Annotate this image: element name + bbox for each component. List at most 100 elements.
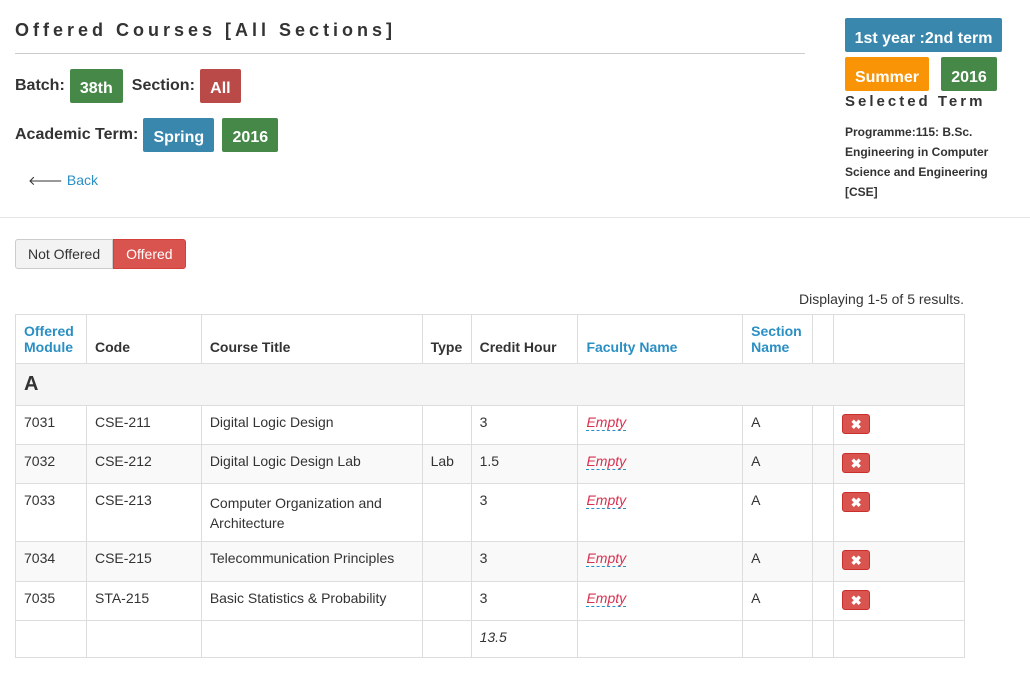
cell-module: 7034 (15, 541, 87, 582)
cell-faculty: Empty (577, 581, 744, 621)
header-section-name[interactable]: Section Name (742, 314, 814, 364)
cell-blank (812, 444, 835, 484)
cell-faculty: Empty (577, 541, 744, 582)
cell-faculty: Empty (577, 444, 744, 484)
programme-info: Programme:115: B.Sc. Engineering in Comp… (845, 125, 989, 199)
close-icon: ✖ (850, 417, 862, 432)
delete-button[interactable]: ✖ (842, 550, 871, 570)
cell-blank (812, 483, 835, 542)
cell-module: 7035 (15, 581, 87, 621)
cell-type (421, 483, 472, 542)
offered-button[interactable]: Offered (113, 239, 186, 269)
back-link[interactable]: 🡐 Back (28, 172, 98, 189)
cell-title: Telecommunication Principles (200, 541, 423, 582)
cell-module: 7033 (15, 483, 87, 542)
close-icon: ✖ (850, 456, 862, 471)
group-row: A (15, 363, 965, 406)
academic-term-label: Academic Term: (15, 126, 139, 143)
delete-button[interactable]: ✖ (842, 453, 871, 473)
close-icon: ✖ (850, 495, 862, 510)
header-offered-module[interactable]: Offered Module (15, 314, 87, 364)
delete-button[interactable]: ✖ (842, 590, 871, 610)
term-year-badge: 2016 (222, 118, 279, 152)
header-blank (812, 314, 835, 364)
cell-section: A (742, 483, 814, 542)
cell-actions: ✖ (833, 444, 965, 484)
cell-title: Basic Statistics & Probability (200, 581, 423, 621)
cell-actions: ✖ (833, 483, 965, 542)
header-actions (833, 314, 965, 364)
delete-button[interactable]: ✖ (842, 414, 871, 434)
batch-label: Batch: (15, 77, 65, 94)
cell-code: STA-215 (85, 581, 202, 621)
selected-year-badge: 2016 (941, 57, 997, 91)
cell-section: A (742, 405, 814, 445)
title-divider (15, 53, 805, 54)
header-type: Type (421, 314, 472, 364)
cell-credit: 3 (470, 405, 579, 445)
cell-module: 7031 (15, 405, 87, 445)
back-label: Back (66, 172, 98, 188)
table-row: 7035 STA-215 Basic Statistics & Probabil… (15, 581, 965, 621)
cell-code: CSE-213 (85, 483, 202, 542)
cell-type (421, 581, 472, 621)
year-term-badge: 1st year :2nd term (845, 18, 1002, 52)
cell-code: CSE-212 (85, 444, 202, 484)
faculty-editable[interactable]: Empty (586, 453, 627, 470)
batch-badge: 38th (69, 69, 123, 103)
cell-actions: ✖ (833, 581, 965, 621)
not-offered-button[interactable]: Not Offered (15, 239, 114, 269)
section-divider (0, 217, 1030, 218)
faculty-editable[interactable]: Empty (586, 590, 627, 607)
offered-courses-table: Offered Module Code Course Title Type Cre… (15, 314, 965, 658)
cell-section: A (742, 444, 814, 484)
close-icon: ✖ (850, 553, 862, 568)
header-faculty-name[interactable]: Faculty Name (577, 314, 744, 364)
faculty-editable[interactable]: Empty (586, 550, 627, 567)
cell-credit: 3 (470, 483, 579, 542)
cell-title: Digital Logic Design Lab (200, 444, 423, 484)
faculty-editable[interactable]: Empty (586, 492, 627, 509)
cell-type (421, 405, 472, 445)
cell-actions: ✖ (833, 541, 965, 582)
cell-type: Lab (421, 444, 472, 484)
cell-code: CSE-211 (85, 405, 202, 445)
header-code: Code (85, 314, 202, 364)
table-row: 7033 CSE-213 Computer Organization and A… (15, 483, 965, 542)
faculty-editable[interactable]: Empty (586, 414, 627, 431)
cell-actions: ✖ (833, 405, 965, 445)
batch-section-row: Batch: 38th Section: All (15, 69, 241, 103)
total-row: 13.5 (15, 620, 965, 658)
table-row: 7031 CSE-211 Digital Logic Design 3 Empt… (15, 405, 965, 445)
section-badge: All (199, 69, 241, 103)
delete-button[interactable]: ✖ (842, 492, 871, 512)
cell-faculty: Empty (577, 405, 744, 445)
close-icon: ✖ (850, 593, 862, 608)
offered-toggle-group: Not Offered Offered (15, 239, 186, 269)
cell-credit: 1.5 (470, 444, 579, 484)
cell-section: A (742, 581, 814, 621)
total-credit: 13.5 (470, 620, 579, 658)
table-row: 7032 CSE-212 Digital Logic Design Lab La… (15, 444, 965, 484)
arrow-left-icon: 🡐 (28, 173, 63, 188)
cell-section: A (742, 541, 814, 582)
section-label: Section: (131, 77, 195, 94)
cell-blank (812, 405, 835, 445)
results-summary: Displaying 1-5 of 5 results. (799, 291, 964, 307)
cell-code: CSE-215 (85, 541, 202, 582)
cell-credit: 3 (470, 581, 579, 621)
cell-faculty: Empty (577, 483, 744, 542)
cell-title: Computer Organization and Architecture (200, 483, 423, 542)
table-header-row: Offered Module Code Course Title Type Cre… (15, 314, 965, 364)
cell-module: 7032 (15, 444, 87, 484)
cell-credit: 3 (470, 541, 579, 582)
selected-term-label: Selected Term (845, 93, 986, 110)
group-label: A (15, 363, 965, 406)
selected-season-badge: Summer (845, 57, 929, 91)
header-course-title: Course Title (200, 314, 423, 364)
academic-term-row: Academic Term: Spring 2016 (15, 118, 279, 152)
cell-blank (812, 541, 835, 582)
term-season-badge: Spring (143, 118, 215, 152)
page-title: Offered Courses [All Sections] (15, 20, 397, 40)
header-credit-hour: Credit Hour (470, 314, 579, 364)
